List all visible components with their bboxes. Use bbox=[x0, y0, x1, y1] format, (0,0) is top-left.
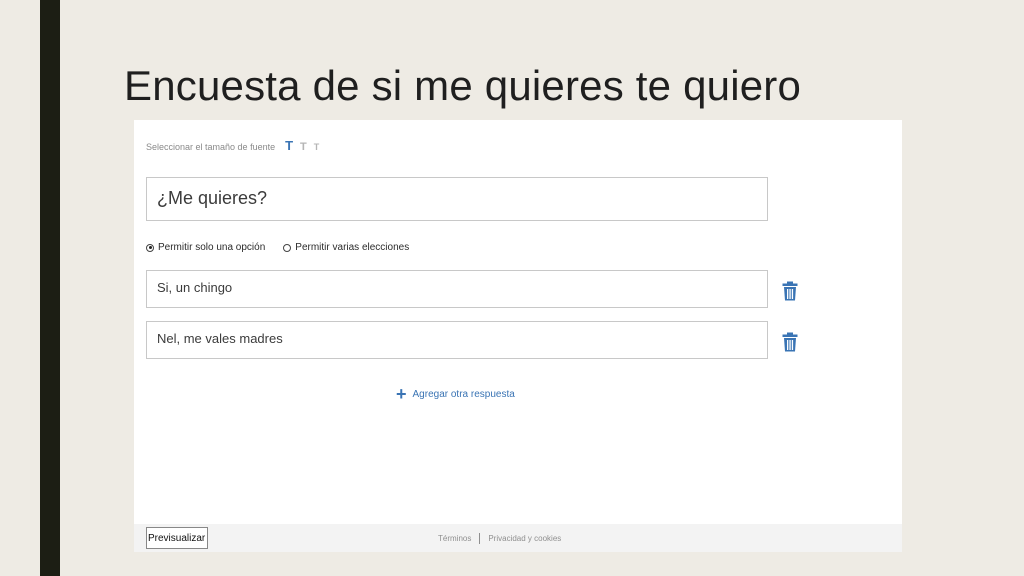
trash-icon[interactable] bbox=[782, 332, 798, 352]
radio-single-choice-label: Permitir solo una opción bbox=[158, 242, 266, 253]
question-input[interactable]: ¿Me quieres? bbox=[146, 177, 768, 221]
add-answer-button[interactable]: + Agregar otra respuesta bbox=[396, 384, 515, 404]
font-size-large-button[interactable]: T bbox=[285, 138, 293, 153]
trash-icon[interactable] bbox=[782, 281, 798, 301]
privacy-link[interactable]: Privacidad y cookies bbox=[488, 534, 561, 543]
slide-title: Encuesta de si me quieres te quiero bbox=[124, 62, 802, 109]
radio-multiple-choice-indicator[interactable] bbox=[283, 243, 292, 252]
answer-input-2[interactable]: Nel, me vales madres bbox=[146, 321, 768, 359]
footer-links: Términos Privacidad y cookies bbox=[438, 533, 561, 544]
preview-button[interactable]: Previsualizar bbox=[146, 527, 208, 549]
plus-icon: + bbox=[396, 384, 407, 404]
add-answer-label: Agregar otra respuesta bbox=[412, 388, 515, 400]
radio-multiple-choice-label: Permitir varias elecciones bbox=[295, 242, 410, 253]
font-size-medium-button[interactable]: T bbox=[300, 141, 307, 153]
footer-divider bbox=[479, 533, 481, 544]
terms-link[interactable]: Términos bbox=[438, 534, 471, 543]
radio-multiple-choice[interactable]: Permitir varias elecciones bbox=[283, 242, 409, 253]
font-size-small-button[interactable]: T bbox=[314, 142, 320, 152]
form-editor-panel: Seleccionar el tamaño de fuente T T T ¿M… bbox=[134, 120, 902, 552]
radio-single-choice[interactable]: Permitir solo una opción bbox=[146, 242, 265, 253]
answer-input-1[interactable]: Si, un chingo bbox=[146, 270, 768, 308]
answer-mode-radio-group: Permitir solo una opción Permitir varias… bbox=[146, 242, 427, 253]
radio-single-choice-indicator[interactable] bbox=[146, 243, 154, 252]
font-size-selector: Seleccionar el tamaño de fuente T T T bbox=[146, 138, 326, 153]
font-size-label: Seleccionar el tamaño de fuente bbox=[146, 142, 276, 152]
footer: Previsualizar Términos Privacidad y cook… bbox=[134, 524, 902, 552]
slide-left-accent-bar bbox=[40, 0, 60, 576]
